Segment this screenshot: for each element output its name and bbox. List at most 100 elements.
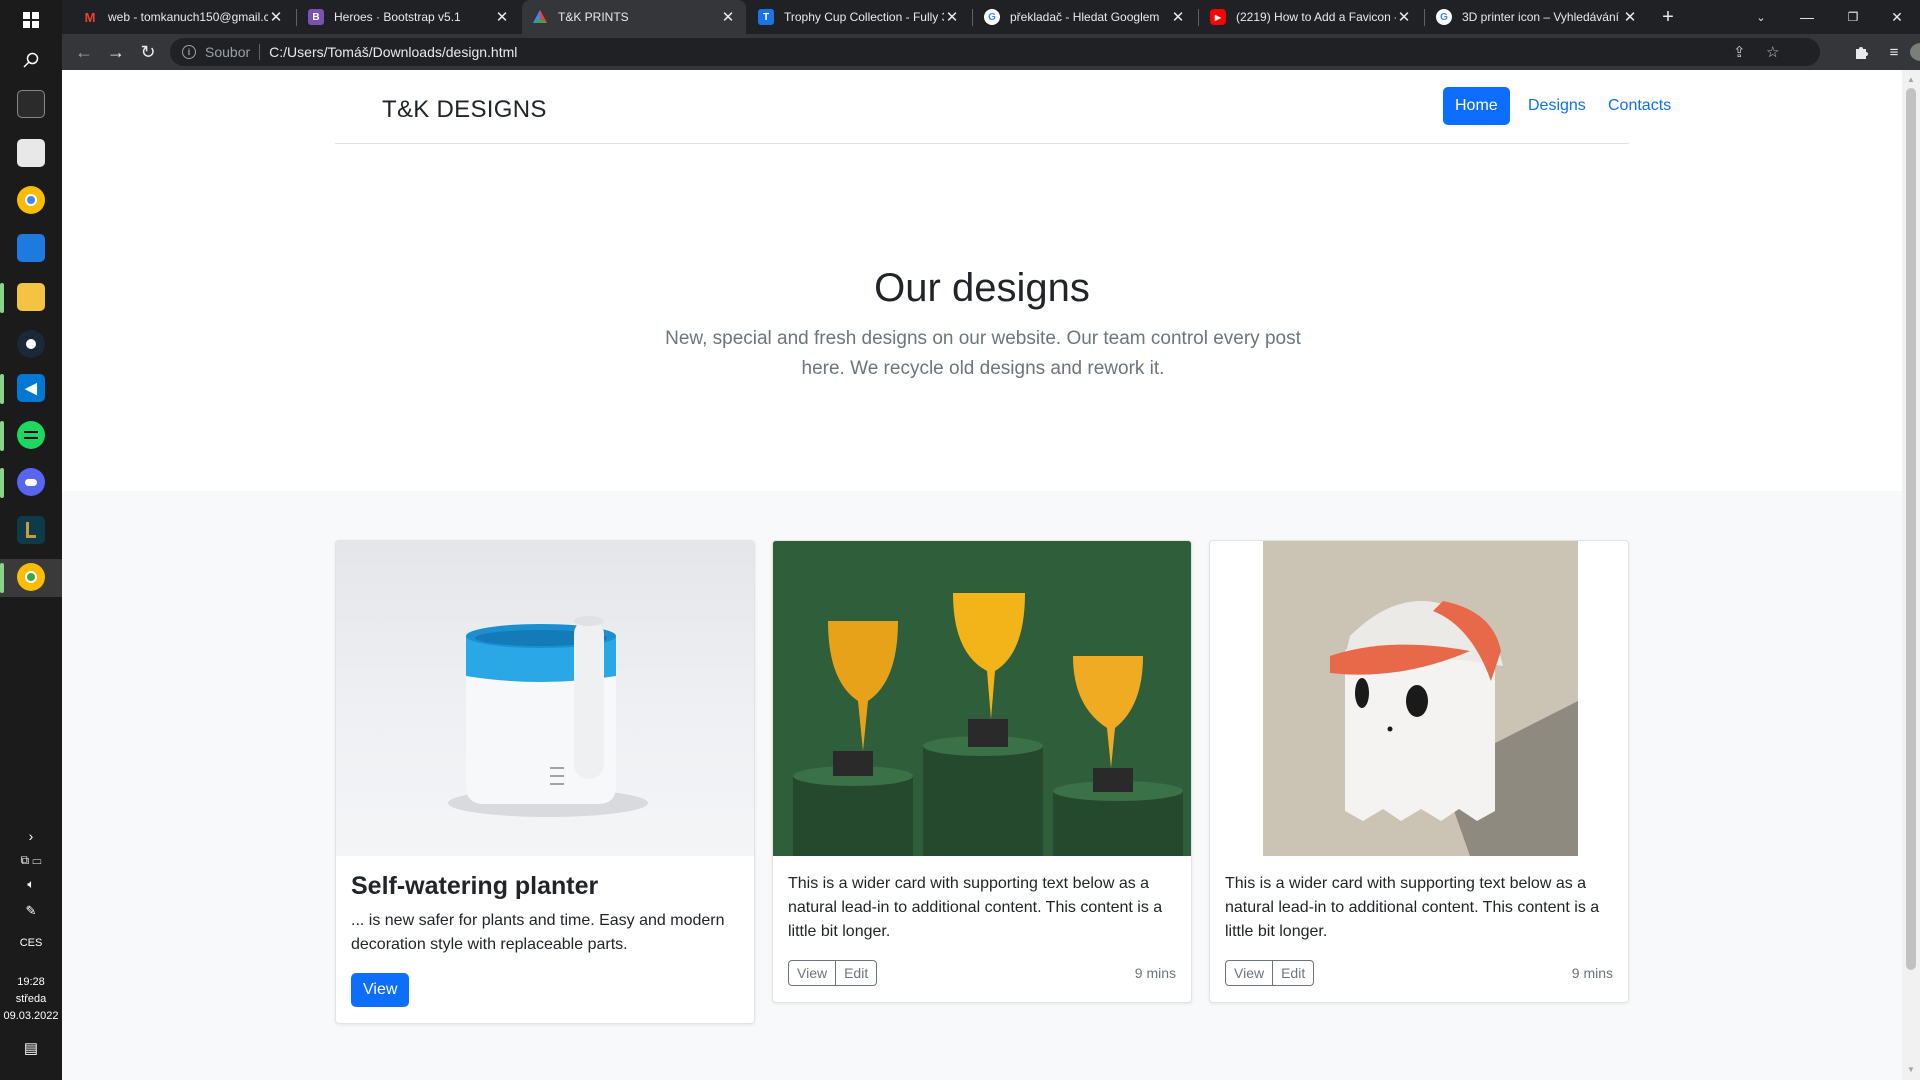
site-brand[interactable]: T&K DESIGNS — [382, 96, 547, 124]
view-button[interactable]: View — [1225, 960, 1274, 986]
tab-title: Heroes · Bootstrap v5.1 — [334, 10, 461, 24]
language-indicator[interactable]: CES — [0, 935, 62, 952]
clock-time[interactable]: 19:28 — [0, 974, 62, 991]
address-bar[interactable]: i Soubor C:/Users/Tomáš/Downloads/design… — [170, 38, 1820, 66]
nav-designs[interactable]: Designs — [1516, 87, 1598, 125]
notepad-icon[interactable] — [17, 139, 45, 167]
nav-home[interactable]: Home — [1443, 87, 1510, 125]
google-icon: G — [1436, 9, 1452, 25]
youtube-icon: ▶ — [1210, 9, 1226, 25]
info-icon[interactable]: i — [182, 45, 196, 59]
bootstrap-icon: B — [308, 9, 324, 25]
bookmark-star-icon[interactable]: ☆ — [1766, 38, 1779, 66]
reload-icon[interactable]: ↻ — [134, 38, 162, 66]
scrollbar-thumb[interactable] — [1906, 88, 1916, 970]
vscode-icon[interactable]: ◀ — [17, 374, 45, 402]
close-icon[interactable]: ✕ — [1396, 8, 1412, 26]
card-title: Self-watering planter — [351, 872, 599, 900]
card-button-group: View Edit — [788, 960, 878, 986]
browser-tab[interactable]: M web - tomkanuch150@gmail.c ✕ — [72, 0, 294, 34]
browser-tab[interactable]: B Heroes · Bootstrap v5.1 ✕ — [298, 0, 520, 34]
extensions-puzzle-icon[interactable] — [1853, 43, 1871, 61]
card-text: ... is new safer for plants and time. Ea… — [351, 912, 725, 953]
google-icon: G — [984, 9, 1000, 25]
planter-photo — [336, 541, 754, 856]
browser-tab-strip: M web - tomkanuch150@gmail.c ✕ B Heroes … — [62, 0, 1920, 34]
view-button[interactable]: View — [351, 973, 410, 1007]
forward-arrow-icon[interactable]: → — [102, 38, 130, 66]
restore-icon[interactable]: ❐ — [1830, 0, 1876, 34]
card-text: This is a wider card with supporting tex… — [788, 875, 1163, 940]
close-icon[interactable]: ✕ — [494, 8, 510, 26]
tab-title: web - tomkanuch150@gmail.c — [108, 10, 268, 24]
ghost-figure-photo — [1210, 541, 1628, 856]
show-hidden-icons-chevron-icon[interactable]: › — [0, 828, 62, 845]
edit-button[interactable]: Edit — [1273, 960, 1315, 986]
chrome-icon[interactable] — [17, 186, 45, 214]
browser-tab[interactable]: T Trophy Cup Collection - Fully 3 ✕ — [748, 0, 970, 34]
design-card: This is a wider card with supporting tex… — [772, 540, 1192, 1003]
close-icon[interactable]: ✕ — [268, 8, 284, 26]
profile-avatar[interactable] — [1910, 43, 1920, 61]
trophies-photo — [773, 541, 1191, 856]
tab-title: (2219) How to Add a Favicon - — [1236, 10, 1396, 24]
nav-contacts[interactable]: Contacts — [1596, 87, 1683, 125]
reading-list-icon[interactable]: ≡ — [1885, 43, 1903, 61]
gmail-icon: M — [84, 9, 96, 25]
pen-icon[interactable]: ✎ — [0, 902, 62, 919]
tab-title: překladač - Hledat Googlem — [1010, 10, 1160, 24]
minimize-icon[interactable]: — — [1784, 0, 1830, 34]
tab-title: Trophy Cup Collection - Fully 3 — [784, 10, 944, 24]
browser-toolbar: ← → ↻ i Soubor C:/Users/Tomáš/Downloads/… — [62, 34, 1920, 70]
close-icon[interactable]: ✕ — [1622, 8, 1638, 26]
hero-title: Our designs — [874, 266, 1090, 310]
terminal-icon[interactable] — [17, 90, 45, 118]
view-button[interactable]: View — [788, 960, 837, 986]
volume-icon[interactable]: 🔈︎ — [0, 876, 62, 893]
close-icon[interactable]: ✕ — [1170, 8, 1186, 26]
card-text: This is a wider card with supporting tex… — [1225, 875, 1600, 940]
share-icon[interactable]: ⇪ — [1733, 38, 1746, 66]
edit-button[interactable]: Edit — [836, 960, 878, 986]
browser-tab[interactable]: G 3D printer icon – Vyhledávání ✕ — [1426, 0, 1648, 34]
tab-title: T&K PRINTS — [558, 10, 629, 24]
tab-search-chevron-down-icon[interactable]: ⌄ — [1738, 0, 1784, 34]
address-url[interactable]: C:/Users/Tomáš/Downloads/design.html — [269, 44, 517, 60]
card-button-group: View Edit — [1225, 960, 1315, 986]
notification-icon[interactable]: ▤ — [0, 1040, 62, 1057]
league-icon[interactable] — [17, 516, 45, 544]
back-arrow-icon[interactable]: ← — [70, 38, 98, 66]
new-tab-icon[interactable]: + — [1654, 0, 1682, 34]
windows-start-icon[interactable] — [17, 6, 45, 34]
scroll-down-arrow-icon[interactable]: ▼ — [1902, 1062, 1920, 1078]
file-explorer-icon[interactable] — [17, 283, 45, 311]
discord-icon[interactable] — [17, 468, 45, 496]
card-time: 9 mins — [1571, 965, 1613, 981]
search-icon[interactable] — [17, 46, 45, 74]
close-window-icon[interactable]: ✕ — [1874, 0, 1920, 34]
clock-day: středa — [15, 993, 47, 1005]
tab-title: 3D printer icon – Vyhledávání — [1462, 10, 1619, 24]
close-icon[interactable]: ✕ — [944, 8, 960, 26]
calendar-icon[interactable] — [17, 234, 45, 262]
windows-taskbar: ◀ › ⧉ ▭ 🔈︎ ✎ CES 19:28 středa 09.03.2022… — [0, 0, 62, 1080]
tk-prints-icon — [532, 9, 548, 25]
page-viewport: T&K DESIGNS Home Designs Contacts Our de… — [62, 70, 1902, 1080]
design-card: This is a wider card with supporting tex… — [1209, 540, 1629, 1003]
browser-tab[interactable]: ▶ (2219) How to Add a Favicon - ✕ — [1200, 0, 1422, 34]
page-scrollbar[interactable]: ▲ ▼ — [1902, 70, 1920, 1080]
browser-tab-active[interactable]: T&K PRINTS ✕ — [522, 0, 746, 34]
spotify-icon[interactable] — [17, 421, 45, 449]
trophy-site-icon: T — [758, 9, 774, 25]
chrome-profile-icon[interactable] — [17, 563, 45, 591]
scroll-up-arrow-icon[interactable]: ▲ — [1902, 72, 1920, 88]
steam-icon[interactable] — [17, 330, 45, 358]
design-card: Self-watering planter ... is new safer f… — [335, 540, 755, 1024]
close-icon[interactable]: ✕ — [720, 8, 736, 26]
browser-tab[interactable]: G překladač - Hledat Googlem ✕ — [974, 0, 1196, 34]
system-tray-icons[interactable]: ⧉ ▭ — [0, 852, 62, 869]
card-time: 9 mins — [1134, 965, 1176, 981]
hero-lead: New, special and fresh designs on our we… — [665, 328, 1301, 379]
site-header: T&K DESIGNS Home Designs Contacts — [335, 70, 1671, 144]
clock-date: 09.03.2022 — [3, 1010, 59, 1022]
